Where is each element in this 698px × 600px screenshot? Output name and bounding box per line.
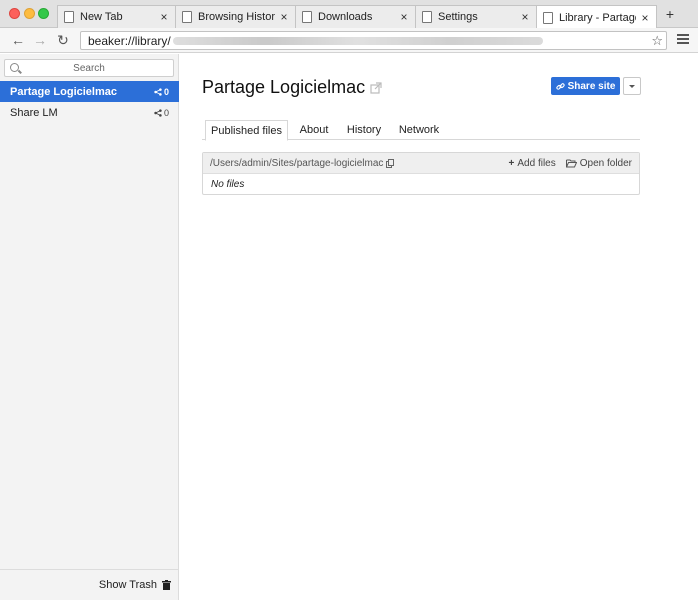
tab-network[interactable]: Network	[394, 120, 444, 140]
external-link-icon[interactable]	[370, 81, 382, 94]
files-header: /Users/admin/Sites/partage-logicielmac +…	[203, 153, 639, 174]
hamburger-menu-icon[interactable]	[677, 34, 689, 46]
share-icon	[154, 87, 162, 96]
tab-close-icon[interactable]: ×	[520, 10, 530, 24]
sidebar-item-partage-logicielmac[interactable]: Partage Logicielmac 0	[0, 81, 179, 102]
tab-title: Browsing History	[198, 11, 275, 23]
page-icon	[302, 11, 312, 23]
search-input[interactable]	[5, 60, 173, 76]
library-sidebar: Partage Logicielmac 0 Share LM 0 Show Tr…	[0, 54, 179, 600]
peer-count-value: 0	[163, 86, 169, 97]
sidebar-item-label: Share LM	[10, 106, 58, 119]
tab-close-icon[interactable]: ×	[399, 10, 409, 24]
copy-icon[interactable]	[386, 158, 395, 168]
peer-count: 0	[154, 87, 169, 97]
tab-close-icon[interactable]: ×	[159, 10, 169, 24]
browser-tab-new-tab[interactable]: New Tab ×	[57, 5, 176, 28]
tab-title: Library - Partage Lo...	[559, 11, 636, 24]
tab-close-icon[interactable]: ×	[279, 10, 289, 24]
sidebar-footer: Show Trash	[0, 569, 179, 600]
trash-icon	[162, 580, 171, 590]
share-site-button[interactable]: Share site	[551, 77, 620, 95]
share-site-label: Share site	[567, 80, 616, 92]
page-icon	[64, 11, 74, 23]
peer-count: 0	[154, 108, 169, 118]
show-trash-label: Show Trash	[98, 579, 157, 591]
search-box[interactable]	[4, 59, 174, 77]
url-redacted	[172, 36, 543, 45]
page-icon	[543, 11, 553, 24]
main-content: Partage Logicielmac Share site Published…	[180, 54, 698, 600]
browser-tab-settings[interactable]: Settings ×	[415, 5, 537, 28]
new-tab-button[interactable]: +	[663, 7, 677, 21]
open-folder-label: Open folder	[579, 157, 632, 169]
window-close-button[interactable]	[9, 8, 20, 19]
link-icon	[555, 82, 565, 90]
share-icon	[154, 108, 162, 117]
tab-close-icon[interactable]: ×	[640, 11, 650, 25]
sidebar-item-share-lm[interactable]: Share LM 0	[0, 102, 179, 123]
tab-about[interactable]: About	[294, 120, 334, 140]
window-minimize-button[interactable]	[24, 8, 35, 19]
browser-toolbar: ← → ↻ beaker://library/ ☆	[0, 28, 698, 53]
open-folder-button[interactable]: Open folder	[565, 157, 632, 169]
page-icon	[182, 11, 192, 23]
bookmark-star-icon[interactable]: ☆	[651, 33, 663, 49]
add-files-button[interactable]: + Add files	[509, 158, 556, 169]
add-files-label: Add files	[517, 157, 556, 169]
reload-icon[interactable]: ↻	[55, 32, 71, 48]
folder-open-icon	[565, 159, 577, 167]
page-icon	[422, 11, 432, 23]
show-trash-button[interactable]: Show Trash	[99, 579, 171, 591]
forward-arrow-icon[interactable]: →	[32, 32, 48, 48]
peer-count-value: 0	[163, 107, 169, 118]
folder-path: /Users/admin/Sites/partage-logicielmac	[210, 158, 499, 169]
page-title: Partage Logicielmac	[202, 77, 382, 98]
files-empty-message: No files	[211, 178, 245, 190]
tab-title: Settings	[438, 11, 478, 23]
tab-strip: New Tab × Browsing History × Downloads ×…	[0, 0, 698, 29]
window-maximize-button[interactable]	[38, 8, 49, 19]
tab-published-files[interactable]: Published files	[205, 120, 288, 141]
plus-icon: +	[508, 157, 515, 169]
browser-tab-downloads[interactable]: Downloads ×	[295, 5, 416, 28]
folder-path-text: /Users/admin/Sites/partage-logicielmac	[210, 157, 384, 169]
url-text: beaker://library/	[88, 33, 171, 48]
tab-title: New Tab	[80, 11, 123, 23]
back-arrow-icon[interactable]: ←	[10, 32, 26, 48]
tab-title: Downloads	[318, 11, 373, 23]
url-bar[interactable]: beaker://library/ ☆	[80, 31, 667, 50]
tab-history[interactable]: History	[342, 120, 386, 140]
page-tabs: Published files About History Network	[202, 120, 640, 141]
share-dropdown-chevron-icon[interactable]	[623, 77, 641, 95]
files-panel: /Users/admin/Sites/partage-logicielmac +…	[202, 152, 640, 195]
site-title: Partage Logicielmac	[202, 77, 366, 97]
browser-tab-library[interactable]: Library - Partage Lo... ×	[536, 5, 657, 29]
sidebar-item-label: Partage Logicielmac	[10, 85, 117, 98]
browser-tab-history[interactable]: Browsing History ×	[175, 5, 296, 28]
